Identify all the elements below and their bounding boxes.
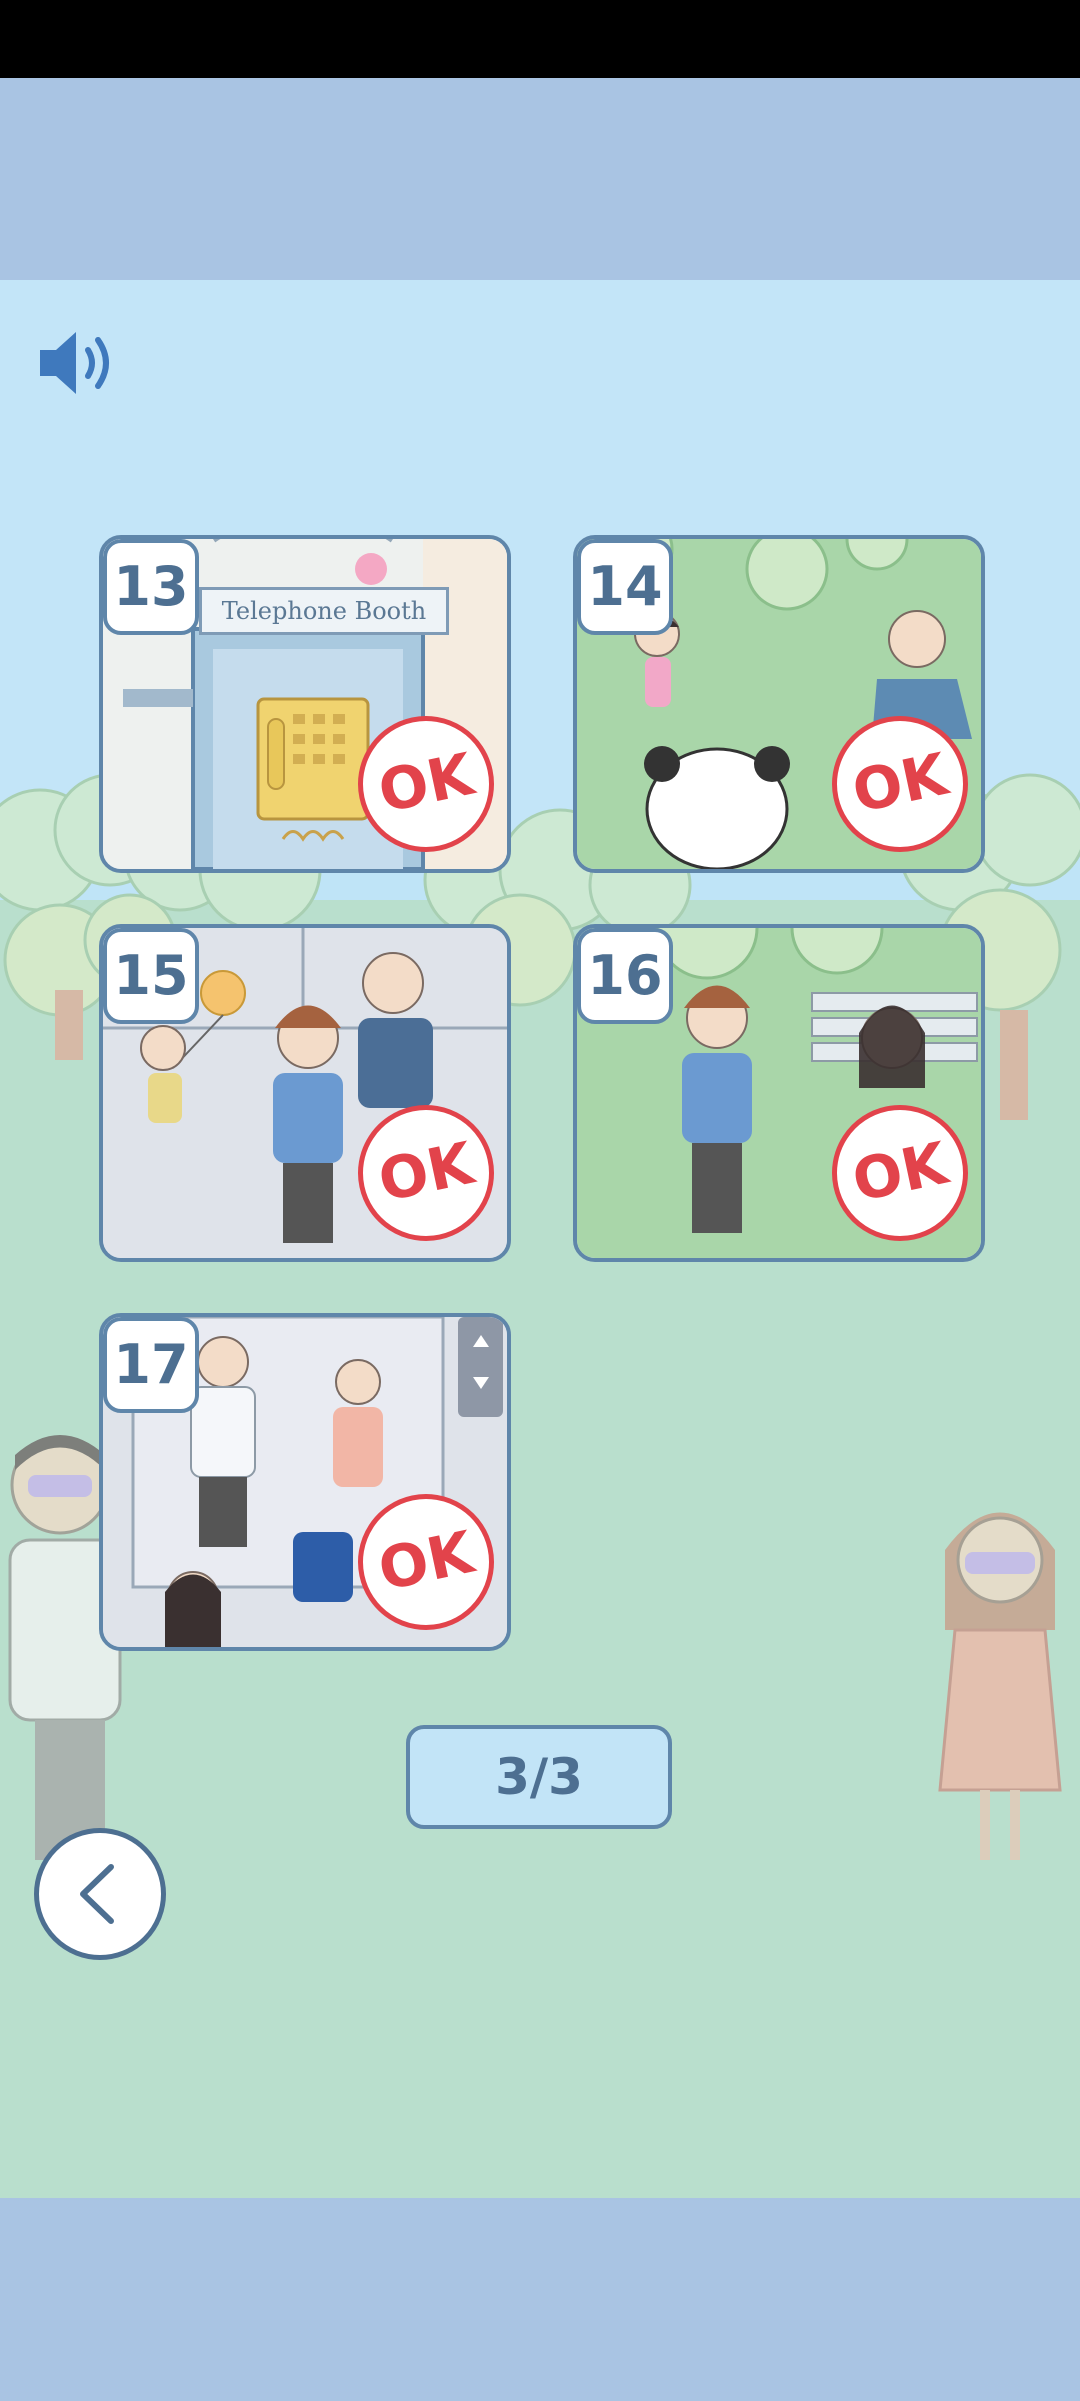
level-card-13[interactable]: Telephone Booth 13 OK — [99, 535, 511, 873]
level-number: 13 — [103, 539, 199, 635]
bottom-banner-area — [0, 2198, 1080, 2401]
level-number: 14 — [577, 539, 673, 635]
status-bar — [0, 0, 1080, 78]
chevron-left-icon — [80, 1864, 114, 1924]
level-card-16[interactable]: 16 OK — [573, 924, 985, 1262]
level-number: 17 — [103, 1317, 199, 1413]
level-card-17[interactable]: 17 OK — [99, 1313, 511, 1651]
sound-toggle-button[interactable] — [36, 326, 122, 400]
level-card-15[interactable]: 15 OK — [99, 924, 511, 1262]
page-indicator: 3/3 — [406, 1725, 672, 1829]
back-button[interactable] — [34, 1828, 166, 1960]
level-number: 16 — [577, 928, 673, 1024]
speaker-icon — [40, 332, 109, 394]
level-number: 15 — [103, 928, 199, 1024]
level-card-14[interactable]: 14 OK — [573, 535, 985, 873]
top-banner-area — [0, 78, 1080, 280]
level-title-label: Telephone Booth — [199, 587, 449, 635]
background-woman-figure — [938, 1512, 1062, 1860]
